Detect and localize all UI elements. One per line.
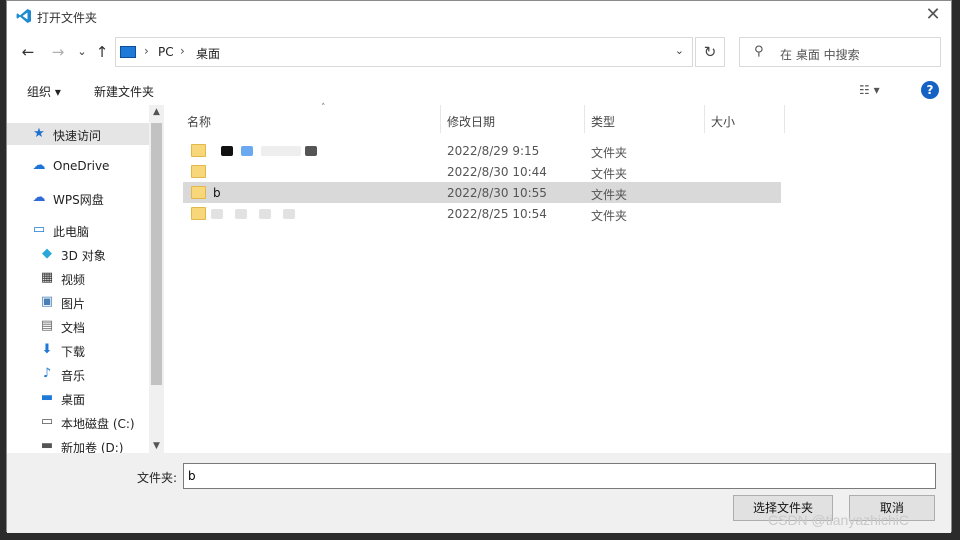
folder-icon (191, 144, 206, 157)
star-icon: ★ (33, 126, 45, 141)
open-folder-dialog: 打开文件夹 ✕ ← → ⌄ ↑ › PC › 桌面 ⌄ ↻ ⚲ 在 桌面 中搜索… (6, 0, 952, 533)
table-row[interactable]: 2022/8/30 10:44 文件夹 (183, 161, 781, 182)
computer-icon (120, 46, 136, 58)
download-icon: ⬇ (41, 342, 53, 357)
film-icon: ▦ (40, 270, 54, 285)
chevron-down-icon[interactable]: ⌄ (675, 44, 684, 57)
sidebar-item-documents[interactable]: ▤ 文档 (7, 315, 149, 337)
folder-icon (191, 165, 206, 178)
folder-field-label: 文件夹: (137, 471, 178, 485)
search-icon: ⚲ (754, 44, 764, 59)
folder-name-input[interactable] (183, 463, 936, 489)
vscode-icon (16, 9, 31, 23)
redacted-name (235, 209, 247, 219)
sidebar-item-quick-access[interactable]: ★ 快速访问 (7, 123, 149, 145)
column-header-type[interactable]: 类型 (585, 105, 705, 133)
redacted-name (283, 209, 295, 219)
column-header-size[interactable]: 大小 (705, 105, 785, 133)
redacted-name (241, 146, 253, 156)
picture-icon: ▣ (40, 294, 54, 309)
recent-locations-button[interactable]: ⌄ (73, 43, 91, 61)
computer-icon: ▭ (32, 222, 46, 237)
cube-icon: ◆ (42, 246, 52, 261)
cloud-icon: ☁ (32, 190, 46, 205)
sidebar-item-videos[interactable]: ▦ 视频 (7, 267, 149, 289)
sidebar-item-3d-objects[interactable]: ◆ 3D 对象 (7, 243, 149, 265)
document-icon: ▤ (40, 318, 54, 333)
music-icon: ♪ (42, 366, 52, 381)
title-bar: 打开文件夹 ✕ (7, 1, 951, 31)
sidebar-scrollbar[interactable]: ▲ ▼ (149, 105, 164, 453)
new-folder-button[interactable]: 新建文件夹 (94, 83, 154, 100)
sort-ascending-icon: ˄ (321, 103, 326, 113)
command-toolbar: 组织 ▾ 新建文件夹 ☷ ▾ ? (7, 75, 951, 105)
sidebar-item-desktop[interactable]: ▬ 桌面 (7, 387, 149, 409)
search-placeholder: 在 桌面 中搜索 (780, 48, 860, 62)
refresh-button[interactable]: ↻ (695, 37, 725, 67)
address-bar[interactable]: › PC › 桌面 ⌄ (115, 37, 693, 67)
navigation-pane: ★ 快速访问 ☁ OneDrive ☁ WPS网盘 ▭ 此电脑 ◆ 3D 对象 … (7, 105, 164, 455)
folder-icon (191, 186, 206, 199)
help-icon[interactable]: ? (921, 81, 939, 99)
window-title: 打开文件夹 (37, 11, 98, 25)
drive-icon: ▬ (40, 438, 54, 453)
column-header-name[interactable]: 名称 ˄ (181, 103, 441, 133)
drive-icon: ▭ (40, 414, 54, 429)
redacted-name (211, 209, 223, 219)
dialog-body: ★ 快速访问 ☁ OneDrive ☁ WPS网盘 ▭ 此电脑 ◆ 3D 对象 … (7, 103, 951, 455)
folder-icon (191, 207, 206, 220)
file-list: 名称 ˄ 修改日期 类型 大小 2022/8/29 9:15 文件夹 2022/… (165, 103, 951, 453)
breadcrumb-desktop[interactable]: 桌面 (196, 45, 220, 62)
redacted-name (261, 146, 301, 156)
up-button[interactable]: ↑ (93, 43, 111, 61)
sidebar-item-music[interactable]: ♪ 音乐 (7, 363, 149, 385)
forward-button[interactable]: → (49, 43, 67, 61)
close-icon[interactable]: ✕ (923, 5, 943, 25)
table-row[interactable]: b 2022/8/30 10:55 文件夹 (183, 182, 781, 203)
scroll-down-icon[interactable]: ▼ (149, 441, 164, 451)
view-options-icon[interactable]: ☷ ▾ (859, 83, 880, 97)
sidebar-item-onedrive[interactable]: ☁ OneDrive (7, 155, 149, 177)
breadcrumb-pc[interactable]: PC (158, 45, 174, 59)
desktop-icon: ▬ (40, 390, 54, 405)
scrollbar-thumb[interactable] (151, 123, 162, 385)
breadcrumb-separator: › (180, 44, 185, 58)
redacted-name (259, 209, 271, 219)
navigation-bar: ← → ⌄ ↑ › PC › 桌面 ⌄ ↻ ⚲ 在 桌面 中搜索 (7, 35, 951, 69)
back-button[interactable]: ← (19, 43, 37, 61)
sidebar-item-drive-c[interactable]: ▭ 本地磁盘 (C:) (7, 411, 149, 433)
redacted-name (221, 146, 233, 156)
scroll-up-icon[interactable]: ▲ (149, 107, 164, 117)
sidebar-item-downloads[interactable]: ⬇ 下载 (7, 339, 149, 361)
breadcrumb-separator: › (144, 44, 149, 58)
sidebar-item-this-pc[interactable]: ▭ 此电脑 (7, 219, 149, 241)
table-row[interactable]: 2022/8/25 10:54 文件夹 (183, 203, 781, 224)
column-header-date[interactable]: 修改日期 (441, 105, 585, 133)
search-input[interactable]: ⚲ 在 桌面 中搜索 (739, 37, 941, 67)
organize-button[interactable]: 组织 ▾ (27, 83, 61, 100)
cloud-icon: ☁ (32, 158, 46, 173)
watermark: CSDN @tianyazhichiC (768, 512, 910, 528)
sidebar-item-wps-drive[interactable]: ☁ WPS网盘 (7, 187, 149, 209)
table-row[interactable]: 2022/8/29 9:15 文件夹 (183, 140, 781, 161)
sidebar-item-pictures[interactable]: ▣ 图片 (7, 291, 149, 313)
redacted-name (305, 146, 317, 156)
